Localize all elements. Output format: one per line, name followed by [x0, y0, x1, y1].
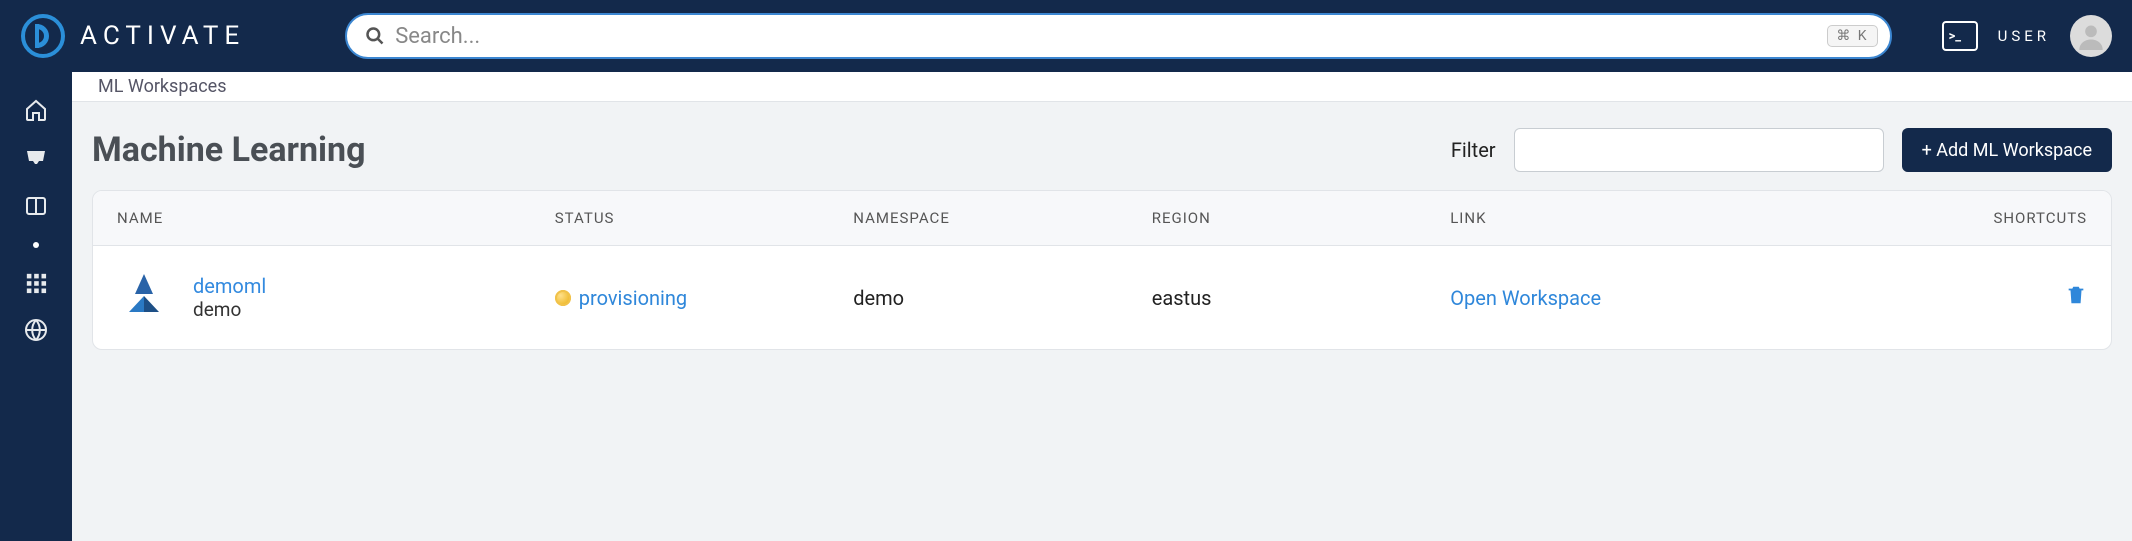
left-sidebar: [0, 72, 72, 541]
search-icon: [365, 26, 385, 46]
nav-grid-icon[interactable]: [25, 272, 47, 294]
table-row: demoml demo provisioning demo eastus Ope…: [93, 246, 2111, 349]
brand-text: ACTIVATE: [80, 21, 245, 51]
delete-icon[interactable]: [2065, 284, 2087, 306]
table-header: NAME STATUS NAMESPACE REGION LINK SHORTC…: [93, 191, 2111, 246]
status-text[interactable]: provisioning: [579, 286, 687, 310]
search-shortcut-hint: ⌘ K: [1827, 25, 1877, 47]
brand-wrap: ACTIVATE: [20, 13, 245, 59]
region-cell: eastus: [1152, 286, 1450, 310]
col-name: NAME: [117, 209, 555, 227]
open-workspace-link[interactable]: Open Workspace: [1450, 286, 1601, 310]
brand-logo-icon: [20, 13, 66, 59]
breadcrumb[interactable]: ML Workspaces: [72, 72, 2132, 102]
top-header: ACTIVATE ⌘ K >_ USER: [0, 0, 2132, 72]
link-cell: Open Workspace: [1450, 286, 1888, 310]
azure-ml-icon: [117, 268, 171, 327]
col-link: LINK: [1450, 209, 1888, 227]
title-actions: Filter + Add ML Workspace: [1451, 128, 2112, 172]
namespace-cell: demo: [853, 286, 1151, 310]
nav-panel-icon[interactable]: [24, 194, 48, 218]
status-dot-icon: [555, 290, 571, 306]
workspaces-table: NAME STATUS NAMESPACE REGION LINK SHORTC…: [92, 190, 2112, 350]
terminal-icon[interactable]: >_: [1942, 21, 1978, 51]
filter-label: Filter: [1451, 138, 1496, 162]
search-input[interactable]: [395, 24, 1827, 49]
add-ml-workspace-button[interactable]: + Add ML Workspace: [1902, 128, 2112, 172]
shortcuts-cell: [1888, 284, 2087, 311]
user-label: USER: [1998, 27, 2050, 45]
global-search[interactable]: ⌘ K: [345, 13, 1891, 59]
name-cell: demoml demo: [117, 268, 555, 327]
col-status: STATUS: [555, 209, 853, 227]
col-region: REGION: [1152, 209, 1450, 227]
nav-globe-icon[interactable]: [24, 318, 48, 342]
status-cell: provisioning: [555, 286, 853, 310]
col-namespace: NAMESPACE: [853, 209, 1151, 227]
nav-inbox-icon[interactable]: [24, 146, 48, 170]
content: Machine Learning Filter + Add ML Workspa…: [72, 102, 2132, 376]
filter-input[interactable]: [1514, 128, 1884, 172]
workspace-name-link[interactable]: demoml: [193, 274, 266, 298]
workspace-subtitle: demo: [193, 298, 266, 321]
main-area: ML Workspaces Machine Learning Filter + …: [72, 72, 2132, 376]
nav-dot-icon[interactable]: [33, 242, 39, 248]
page-title: Machine Learning: [92, 130, 366, 170]
title-row: Machine Learning Filter + Add ML Workspa…: [92, 128, 2112, 172]
nav-home-icon[interactable]: [24, 98, 48, 122]
user-avatar[interactable]: [2070, 15, 2112, 57]
col-shortcuts: SHORTCUTS: [1888, 209, 2087, 227]
